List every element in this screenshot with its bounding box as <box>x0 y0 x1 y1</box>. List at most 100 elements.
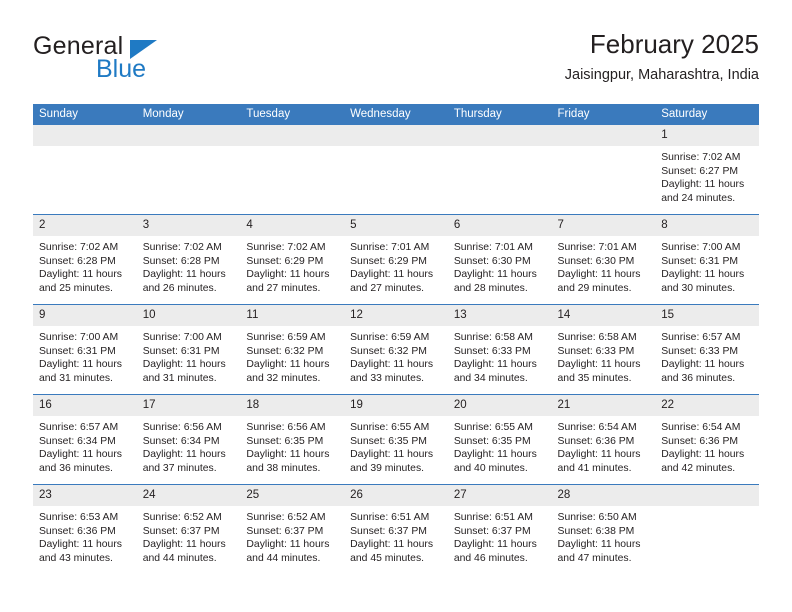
weekday-header-wednesday: Wednesday <box>344 104 448 125</box>
calendar-cell-day[interactable]: 19 Sunrise: 6:55 AM Sunset: 6:35 PM Dayligh… <box>344 394 448 485</box>
calendar-cell-day[interactable]: 15 Sunrise: 6:57 AM Sunset: 6:33 PM Dayligh… <box>655 304 759 395</box>
calendar-cell-day[interactable]: 9 Sunrise: 7:00 AM Sunset: 6:31 PM Daylight… <box>33 304 137 395</box>
daylight-text-line1: Daylight: 11 hours <box>557 359 641 371</box>
calendar-cell-empty <box>33 125 137 215</box>
day-sun-info: Sunrise: 7:02 AM Sunset: 6:28 PM Daylight:… <box>137 236 241 295</box>
generalblue-logo[interactable]: General Blue <box>33 32 263 88</box>
daylight-text-line1: Daylight: 11 hours <box>350 359 434 371</box>
sunset-text: Sunset: 6:29 PM <box>246 255 324 267</box>
calendar-cell-empty <box>344 125 448 215</box>
daylight-text-line2: and 34 minutes. <box>453 372 528 384</box>
day-sun-info: Sunrise: 6:52 AM Sunset: 6:37 PM Daylight:… <box>240 506 344 565</box>
sunset-text: Sunset: 6:27 PM <box>661 165 739 177</box>
day-number: 13 <box>447 305 552 326</box>
calendar-cell-day[interactable]: 5 Sunrise: 7:01 AM Sunset: 6:29 PM Daylight… <box>344 214 448 305</box>
sunrise-text: Sunrise: 7:02 AM <box>661 152 741 163</box>
calendar-cell-day[interactable]: 4 Sunrise: 7:02 AM Sunset: 6:29 PM Daylight… <box>240 214 345 305</box>
day-number: 9 <box>33 305 137 326</box>
day-sun-info: Sunrise: 6:59 AM Sunset: 6:32 PM Daylight:… <box>344 326 448 385</box>
sunrise-text: Sunrise: 7:00 AM <box>142 332 222 343</box>
calendar-cell-day[interactable]: 16 Sunrise: 6:57 AM Sunset: 6:34 PM Dayligh… <box>33 394 137 485</box>
daylight-text-line2: and 27 minutes. <box>350 282 425 294</box>
weekday-header-thursday: Thursday <box>447 104 552 125</box>
calendar-cell-day[interactable]: 3 Sunrise: 7:02 AM Sunset: 6:28 PM Daylight… <box>136 214 241 305</box>
calendar-cell-day[interactable]: 10 Sunrise: 7:00 AM Sunset: 6:31 PM Dayligh… <box>136 304 241 395</box>
day-number <box>344 125 448 146</box>
day-sun-info: Sunrise: 6:55 AM Sunset: 6:35 PM Daylight:… <box>448 416 552 475</box>
daylight-text-line1: Daylight: 11 hours <box>39 449 122 461</box>
day-number: 2 <box>33 215 137 236</box>
day-number: 5 <box>344 215 448 236</box>
calendar-cell-day[interactable]: 1 Sunrise: 7:02 AM Sunset: 6:27 PM Daylight… <box>655 125 759 215</box>
weekday-header-sunday: Sunday <box>33 104 137 125</box>
sunrise-text: Sunrise: 6:54 AM <box>557 422 637 433</box>
daylight-text-line2: and 30 minutes. <box>661 282 736 294</box>
day-number: 15 <box>655 305 759 326</box>
calendar-cell-day[interactable]: 25 Sunrise: 6:52 AM Sunset: 6:37 PM Dayligh… <box>240 484 345 574</box>
calendar-cell-day[interactable]: 2 Sunrise: 7:02 AM Sunset: 6:28 PM Daylight… <box>33 214 137 305</box>
sunset-text: Sunset: 6:36 PM <box>661 435 739 447</box>
sunrise-text: Sunrise: 7:00 AM <box>661 242 741 253</box>
calendar-cell-day[interactable]: 28 Sunrise: 6:50 AM Sunset: 6:38 PM Dayligh… <box>551 484 656 574</box>
sunrise-text: Sunrise: 6:51 AM <box>453 512 533 523</box>
daylight-text-line1: Daylight: 11 hours <box>661 269 745 281</box>
calendar-week-row: 2 Sunrise: 7:02 AM Sunset: 6:28 PM Daylight… <box>33 214 759 305</box>
weekday-header-tuesday: Tuesday <box>240 104 345 125</box>
sunset-text: Sunset: 6:33 PM <box>661 345 739 357</box>
calendar-cell-day[interactable]: 17 Sunrise: 6:56 AM Sunset: 6:34 PM Dayligh… <box>136 394 241 485</box>
sunrise-text: Sunrise: 6:51 AM <box>350 512 430 523</box>
daylight-text-line2: and 26 minutes. <box>142 282 217 294</box>
calendar-cell-day[interactable]: 7 Sunrise: 7:01 AM Sunset: 6:30 PM Daylight… <box>551 214 656 305</box>
calendar-cell-empty <box>240 125 345 215</box>
calendar-cell-day[interactable]: 13 Sunrise: 6:58 AM Sunset: 6:33 PM Dayligh… <box>447 304 552 395</box>
day-sun-info: Sunrise: 7:02 AM Sunset: 6:28 PM Daylight:… <box>33 236 137 295</box>
sunset-text: Sunset: 6:34 PM <box>142 435 220 447</box>
day-sun-info: Sunrise: 6:58 AM Sunset: 6:33 PM Daylight:… <box>552 326 656 385</box>
calendar-cell-day[interactable]: 11 Sunrise: 6:59 AM Sunset: 6:32 PM Dayligh… <box>240 304 345 395</box>
sunset-text: Sunset: 6:28 PM <box>39 255 116 267</box>
sunset-text: Sunset: 6:37 PM <box>142 525 220 537</box>
daylight-text-line2: and 36 minutes. <box>39 462 113 474</box>
calendar-table: Sunday Monday Tuesday Wednesday Thursday… <box>33 104 759 574</box>
calendar-cell-day[interactable]: 21 Sunrise: 6:54 AM Sunset: 6:36 PM Dayligh… <box>551 394 656 485</box>
calendar-cell-day[interactable]: 20 Sunrise: 6:55 AM Sunset: 6:35 PM Dayligh… <box>447 394 552 485</box>
day-number: 27 <box>447 485 552 506</box>
calendar-cell-day[interactable]: 23 Sunrise: 6:53 AM Sunset: 6:36 PM Dayligh… <box>33 484 137 574</box>
day-number: 17 <box>136 395 241 416</box>
daylight-text-line2: and 33 minutes. <box>350 372 425 384</box>
day-number: 1 <box>655 125 759 146</box>
day-number: 19 <box>344 395 448 416</box>
daylight-text-line2: and 28 minutes. <box>453 282 528 294</box>
calendar-cell-empty <box>551 125 656 215</box>
daylight-text-line1: Daylight: 11 hours <box>142 269 226 281</box>
day-number: 16 <box>33 395 137 416</box>
day-number: 21 <box>551 395 656 416</box>
calendar-cell-day[interactable]: 14 Sunrise: 6:58 AM Sunset: 6:33 PM Dayligh… <box>551 304 656 395</box>
sunrise-text: Sunrise: 6:59 AM <box>350 332 430 343</box>
day-sun-info: Sunrise: 6:54 AM Sunset: 6:36 PM Daylight:… <box>552 416 656 475</box>
day-number: 20 <box>447 395 552 416</box>
sunset-text: Sunset: 6:32 PM <box>350 345 427 357</box>
sunset-text: Sunset: 6:35 PM <box>350 435 427 447</box>
calendar-cell-day[interactable]: 18 Sunrise: 6:56 AM Sunset: 6:35 PM Dayligh… <box>240 394 345 485</box>
calendar-cell-day[interactable]: 8 Sunrise: 7:00 AM Sunset: 6:31 PM Daylight… <box>655 214 759 305</box>
weekday-header-monday: Monday <box>136 104 241 125</box>
calendar-cell-day[interactable]: 24 Sunrise: 6:52 AM Sunset: 6:37 PM Dayligh… <box>136 484 241 574</box>
daylight-text-line2: and 37 minutes. <box>142 462 217 474</box>
calendar-cell-day[interactable]: 22 Sunrise: 6:54 AM Sunset: 6:36 PM Dayligh… <box>655 394 759 485</box>
day-sun-info: Sunrise: 7:00 AM Sunset: 6:31 PM Daylight:… <box>137 326 241 385</box>
day-sun-info: Sunrise: 7:00 AM Sunset: 6:31 PM Daylight:… <box>33 326 137 385</box>
daylight-text-line1: Daylight: 11 hours <box>453 449 537 461</box>
calendar-header-row: Sunday Monday Tuesday Wednesday Thursday… <box>33 104 759 125</box>
daylight-text-line2: and 39 minutes. <box>350 462 425 474</box>
calendar-cell-day[interactable]: 6 Sunrise: 7:01 AM Sunset: 6:30 PM Daylight… <box>447 214 552 305</box>
day-number: 12 <box>344 305 448 326</box>
calendar-cell-day[interactable]: 27 Sunrise: 6:51 AM Sunset: 6:37 PM Dayligh… <box>447 484 552 574</box>
sunrise-text: Sunrise: 6:52 AM <box>142 512 222 523</box>
daylight-text-line1: Daylight: 11 hours <box>557 539 641 551</box>
daylight-text-line1: Daylight: 11 hours <box>557 449 641 461</box>
calendar-cell-day[interactable]: 12 Sunrise: 6:59 AM Sunset: 6:32 PM Dayligh… <box>344 304 448 395</box>
day-sun-info: Sunrise: 6:53 AM Sunset: 6:36 PM Daylight:… <box>33 506 137 565</box>
calendar-cell-day[interactable]: 26 Sunrise: 6:51 AM Sunset: 6:37 PM Dayligh… <box>344 484 448 574</box>
daylight-text-line1: Daylight: 11 hours <box>661 179 745 191</box>
